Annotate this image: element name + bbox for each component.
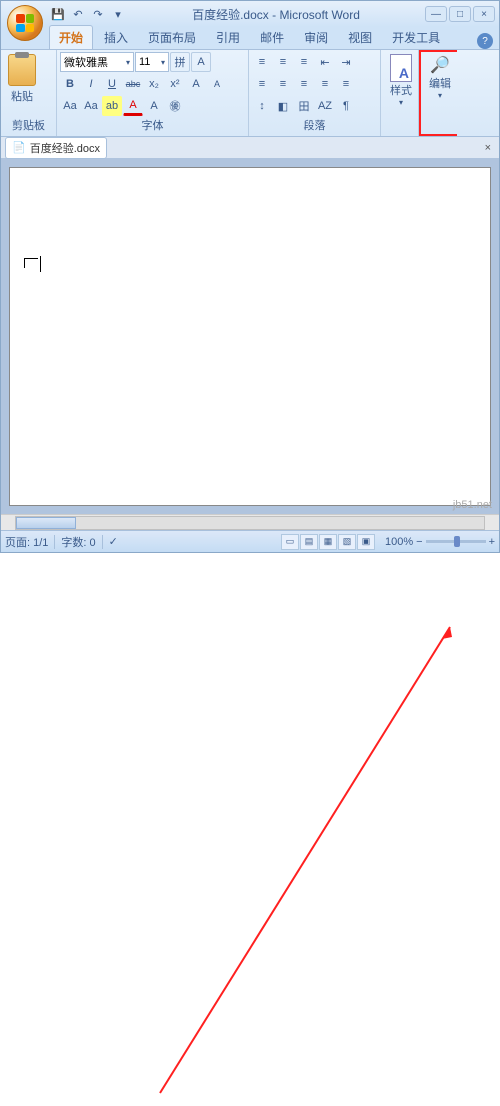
titlebar: 💾 ↶ ↷ ▾ 百度经验.docx - Microsoft Word — □ ×	[1, 1, 499, 27]
tab-view[interactable]: 视图	[339, 26, 381, 49]
ribbon: 粘贴 剪贴板 微软雅黑▾ 11▾ 拼 A B I U abc x₂	[1, 49, 499, 137]
editor-area	[1, 159, 499, 514]
quick-access-toolbar: 💾 ↶ ↷ ▾	[49, 5, 127, 23]
status-bar: 页面: 1/1 字数: 0 ✓ ▭ ▤ ▦ ▧ ▣ 100% − +	[1, 530, 499, 552]
group-clipboard: 粘贴 剪贴板	[1, 50, 57, 136]
tab-references[interactable]: 引用	[207, 26, 249, 49]
styles-icon	[390, 54, 412, 82]
undo-icon[interactable]: ↶	[69, 5, 87, 23]
view-buttons: ▭ ▤ ▦ ▧ ▣	[281, 534, 375, 550]
multilevel-button[interactable]: ≡	[294, 52, 314, 72]
align-left-button[interactable]: ≡	[252, 74, 272, 94]
enclose-char-button[interactable]: ㊝	[165, 96, 185, 116]
phonetic-guide-icon[interactable]: 拼	[170, 52, 190, 72]
document-page[interactable]	[9, 167, 491, 506]
case-button[interactable]: Aa	[81, 96, 101, 116]
align-center-button[interactable]: ≡	[273, 74, 293, 94]
ribbon-tabs: 开始 插入 页面布局 引用 邮件 审阅 视图 开发工具 ?	[1, 27, 499, 49]
qat-more-icon[interactable]: ▾	[109, 5, 127, 23]
horizontal-scrollbar[interactable]	[1, 514, 499, 530]
subscript-button[interactable]: x₂	[144, 74, 164, 94]
tab-review[interactable]: 审阅	[295, 26, 337, 49]
view-web-icon[interactable]: ▦	[319, 534, 337, 550]
minimize-button[interactable]: —	[425, 6, 447, 22]
styles-label: 样式	[390, 82, 412, 98]
line-spacing-button[interactable]: ↕	[252, 96, 272, 116]
save-icon[interactable]: 💾	[49, 5, 67, 23]
underline-button[interactable]: U	[102, 74, 122, 94]
view-fullscreen-icon[interactable]: ▤	[300, 534, 318, 550]
view-outline-icon[interactable]: ▧	[338, 534, 356, 550]
group-paragraph: ≡ ≡ ≡ ⇤ ⇥ ≡ ≡ ≡ ≡ ≡ ↕ ◧ 田 AZ	[249, 50, 381, 136]
view-print-icon[interactable]: ▭	[281, 534, 299, 550]
find-icon: 🔎	[429, 55, 451, 75]
editing-button[interactable]: 🔎 编辑 ▾	[423, 53, 457, 102]
highlight-button[interactable]: ab	[102, 96, 122, 116]
italic-button[interactable]: I	[81, 74, 101, 94]
close-button[interactable]: ×	[473, 6, 495, 22]
grow-font-button[interactable]: A	[186, 74, 206, 94]
strike-button[interactable]: abc	[123, 74, 143, 94]
zoom-in-button[interactable]: +	[489, 536, 495, 548]
document-tab-bar: 📄 百度经验.docx ×	[1, 137, 499, 159]
superscript-button[interactable]: x²	[165, 74, 185, 94]
group-label-font: 字体	[60, 116, 245, 134]
font-size-combo[interactable]: 11▾	[135, 52, 169, 72]
annotation-arrow	[0, 553, 500, 1106]
document-name: 百度经验.docx	[30, 140, 100, 156]
show-marks-button[interactable]: ¶	[336, 96, 356, 116]
help-icon[interactable]: ?	[477, 33, 493, 49]
tab-mailings[interactable]: 邮件	[251, 26, 293, 49]
document-icon: 📄	[12, 141, 26, 154]
status-words[interactable]: 字数: 0	[61, 534, 95, 550]
sort-button[interactable]: AZ	[315, 96, 335, 116]
office-button[interactable]	[7, 5, 43, 41]
window-title: 百度经验.docx - Microsoft Word	[131, 6, 421, 23]
document-close-icon[interactable]: ×	[485, 142, 491, 154]
paste-icon	[8, 54, 36, 86]
align-right-button[interactable]: ≡	[294, 74, 314, 94]
group-styles: 样式 ▾	[381, 50, 419, 136]
bullets-button[interactable]: ≡	[252, 52, 272, 72]
text-cursor	[40, 256, 41, 272]
group-label-paragraph: 段落	[252, 116, 377, 134]
char-shade-button[interactable]: A	[144, 96, 164, 116]
scroll-thumb[interactable]	[16, 517, 76, 529]
maximize-button[interactable]: □	[449, 6, 471, 22]
zoom-out-button[interactable]: −	[416, 536, 422, 548]
document-tab[interactable]: 📄 百度经验.docx	[5, 137, 107, 159]
editing-label: 编辑	[429, 75, 451, 91]
watermark: jb51.net	[453, 499, 492, 511]
tab-home[interactable]: 开始	[49, 25, 93, 49]
styles-button[interactable]: 样式 ▾	[384, 52, 418, 109]
justify-button[interactable]: ≡	[315, 74, 335, 94]
clear-format-button[interactable]: Aa	[60, 96, 80, 116]
tab-developer[interactable]: 开发工具	[383, 26, 449, 49]
bold-button[interactable]: B	[60, 74, 80, 94]
zoom-slider[interactable]	[426, 540, 486, 543]
char-border-icon[interactable]: A	[191, 52, 211, 72]
shrink-font-button[interactable]: A	[207, 74, 227, 94]
status-proof-icon[interactable]: ✓	[109, 535, 118, 548]
group-label-clipboard: 剪贴板	[4, 116, 53, 134]
zoom-level[interactable]: 100%	[385, 536, 413, 548]
distribute-button[interactable]: ≡	[336, 74, 356, 94]
shading-button[interactable]: ◧	[273, 96, 293, 116]
view-draft-icon[interactable]: ▣	[357, 534, 375, 550]
group-font: 微软雅黑▾ 11▾ 拼 A B I U abc x₂ x² A A Aa	[57, 50, 249, 136]
redo-icon[interactable]: ↷	[89, 5, 107, 23]
font-family-combo[interactable]: 微软雅黑▾	[60, 52, 134, 72]
borders-button[interactable]: 田	[294, 96, 314, 116]
paste-label: 粘贴	[11, 88, 33, 104]
numbering-button[interactable]: ≡	[273, 52, 293, 72]
zoom-control: 100% − +	[385, 536, 495, 548]
indent-button[interactable]: ⇥	[336, 52, 356, 72]
status-page[interactable]: 页面: 1/1	[5, 534, 48, 550]
tab-insert[interactable]: 插入	[95, 26, 137, 49]
tab-layout[interactable]: 页面布局	[139, 26, 205, 49]
group-editing: 🔎 编辑 ▾	[419, 50, 457, 136]
paste-button[interactable]: 粘贴	[4, 52, 40, 106]
font-color-button[interactable]: A	[123, 96, 143, 116]
dedent-button[interactable]: ⇤	[315, 52, 335, 72]
